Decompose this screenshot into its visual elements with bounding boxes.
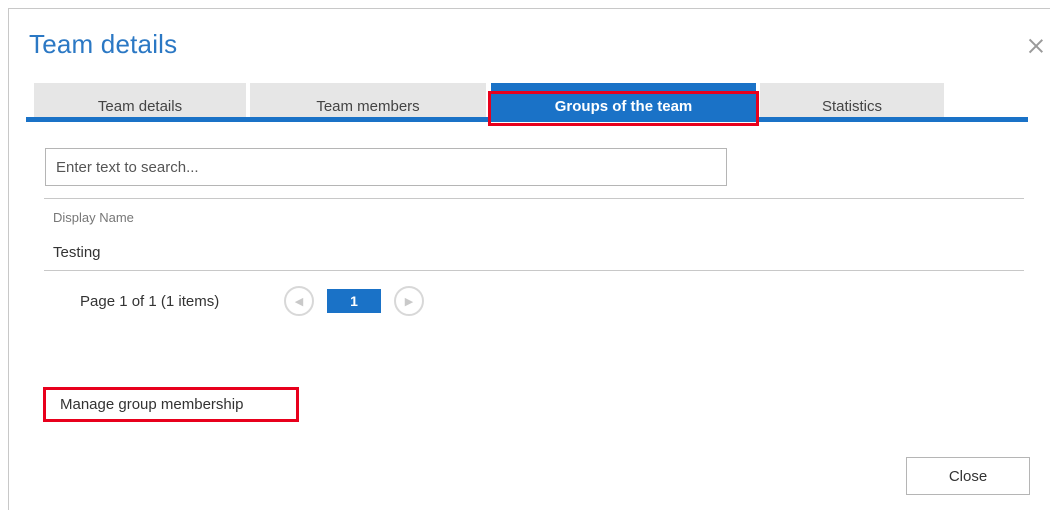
page-number-button[interactable]: 1: [327, 289, 381, 313]
chevron-left-icon[interactable]: ◀: [284, 286, 314, 316]
grid-bottom-divider: [44, 270, 1024, 271]
tab-team-members[interactable]: Team members: [250, 83, 486, 117]
pager-summary: Page 1 of 1 (1 items): [80, 293, 220, 310]
tab-team-details[interactable]: Team details: [34, 83, 246, 117]
tab-strip: Team details Team members Groups of the …: [26, 83, 1028, 127]
dialog-title: Team details: [29, 29, 178, 59]
tab-underline: [26, 117, 1028, 122]
search-input[interactable]: [45, 148, 727, 186]
chevron-right-icon[interactable]: ▶: [394, 286, 424, 316]
tab-statistics[interactable]: Statistics: [760, 83, 944, 117]
close-icon[interactable]: [1027, 37, 1045, 55]
column-header-display-name[interactable]: Display Name: [53, 210, 134, 225]
close-button[interactable]: Close: [906, 457, 1030, 495]
manage-group-membership-link[interactable]: Manage group membership: [43, 387, 299, 422]
tab-groups-of-the-team[interactable]: Groups of the team: [491, 83, 756, 117]
grid-top-divider: [44, 198, 1024, 199]
table-row[interactable]: Testing: [53, 244, 101, 261]
